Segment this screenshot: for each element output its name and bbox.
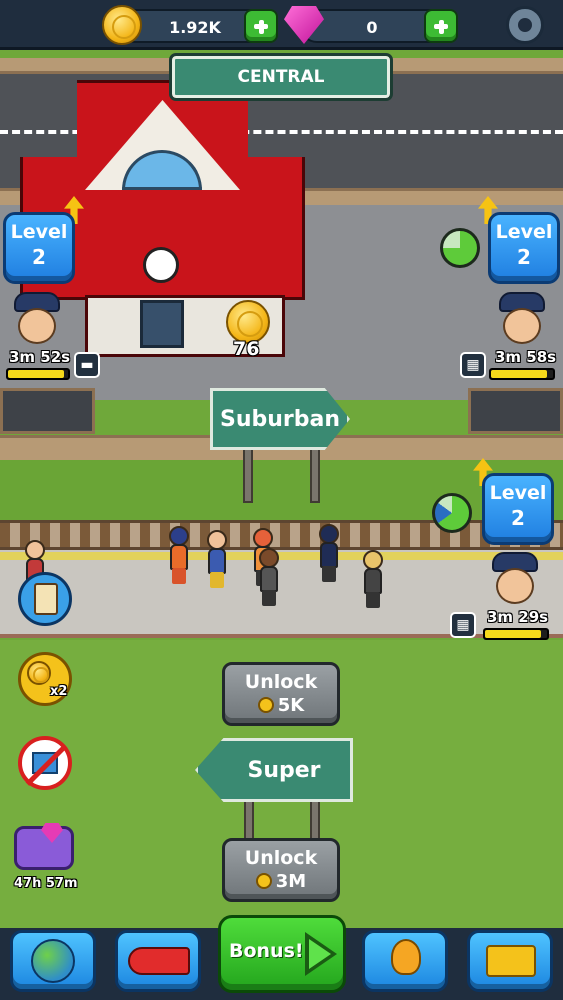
suburban-level-button[interactable]: Level 2 <box>482 473 554 545</box>
passenger <box>168 526 190 586</box>
tunnel-right <box>468 388 563 434</box>
station-door <box>140 300 184 348</box>
capacity-gauge-icon <box>432 493 472 533</box>
seats-icon: ▦ <box>460 352 486 378</box>
suburban-sign: Suburban <box>210 388 350 450</box>
level-value: 2 <box>517 245 531 269</box>
gem-offer-button[interactable] <box>14 823 74 870</box>
add-coins-button[interactable] <box>244 9 278 43</box>
conductor-avatar[interactable] <box>497 292 547 348</box>
shop-button[interactable] <box>467 930 553 992</box>
train-icon <box>128 947 190 975</box>
passenger <box>362 550 384 610</box>
tunnel-left <box>0 388 95 434</box>
conductor-avatar[interactable] <box>490 552 540 608</box>
station-coin-count: 76 <box>233 338 260 360</box>
level-label: Level <box>495 221 553 243</box>
task-clipboard-button[interactable] <box>18 572 72 626</box>
unlock-button-5k[interactable]: Unlock 5K <box>222 662 340 726</box>
capacity-gauge-icon <box>440 228 480 268</box>
currency-bar: 1.92K 0 <box>0 0 563 50</box>
coin-icon <box>255 873 272 889</box>
globe-icon <box>31 939 75 983</box>
add-gems-button[interactable] <box>424 9 458 43</box>
trains-button[interactable] <box>115 930 201 992</box>
level-value: 2 <box>32 245 46 269</box>
central-sign: CENTRAL <box>169 53 393 101</box>
level-value: 2 <box>511 506 525 530</box>
unlock-cost: 5K <box>277 695 305 716</box>
passenger <box>318 524 340 584</box>
unlock-label: Unlock <box>244 847 318 869</box>
coin-stack-icon <box>27 661 51 685</box>
play-icon <box>305 932 337 976</box>
coin-balance: 1.92K <box>169 18 221 37</box>
unlock-button-3m[interactable]: Unlock 3M <box>222 838 340 902</box>
passenger <box>258 548 280 608</box>
gem-balance: 0 <box>366 18 378 37</box>
no-ads-button[interactable] <box>18 736 72 790</box>
platform-edge <box>0 552 563 560</box>
timer-left: 3m 52s <box>9 348 71 366</box>
shopping-cart-icon <box>486 945 536 977</box>
suburban-platform[interactable] <box>0 550 563 638</box>
sign-post <box>310 445 320 503</box>
gem-icon <box>41 823 63 843</box>
coin-icon <box>257 697 274 713</box>
railway-track <box>0 520 563 550</box>
multiplier-label: x2 <box>50 684 68 699</box>
clock-icon <box>143 247 179 283</box>
level-label: Level <box>10 221 68 243</box>
clipboard-icon <box>34 583 58 615</box>
level-label: Level <box>489 482 547 504</box>
upgrades-button[interactable] <box>362 930 448 992</box>
unlock-label: Unlock <box>244 671 318 693</box>
train-icon: ▬ <box>74 352 100 378</box>
coin-icon <box>102 5 142 45</box>
unlock-cost: 3M <box>275 871 307 892</box>
conductor-avatar[interactable] <box>12 292 62 348</box>
timer-platform-progress <box>483 628 549 640</box>
passenger <box>206 530 228 590</box>
timer-right: 3m 58s <box>495 348 557 366</box>
settings-gear-icon[interactable] <box>506 6 544 44</box>
super-mall-sign: Super Mall <box>195 738 353 802</box>
gem-offer-timer: 47h 57m <box>14 876 78 891</box>
seats-icon: ▦ <box>450 612 476 638</box>
timer-left-progress <box>6 368 70 380</box>
sign-post <box>243 445 253 503</box>
timer-right-progress <box>489 368 555 380</box>
bonus-video-button[interactable]: Bonus! <box>218 915 346 993</box>
timer-platform: 3m 29s <box>487 608 549 626</box>
station-left-level-button[interactable]: Level 2 <box>3 212 75 284</box>
bonus-label: Bonus! <box>229 940 304 962</box>
world-map-button[interactable] <box>10 930 96 992</box>
lightbulb-icon <box>391 939 421 975</box>
station-right-level-button[interactable]: Level 2 <box>488 212 560 284</box>
